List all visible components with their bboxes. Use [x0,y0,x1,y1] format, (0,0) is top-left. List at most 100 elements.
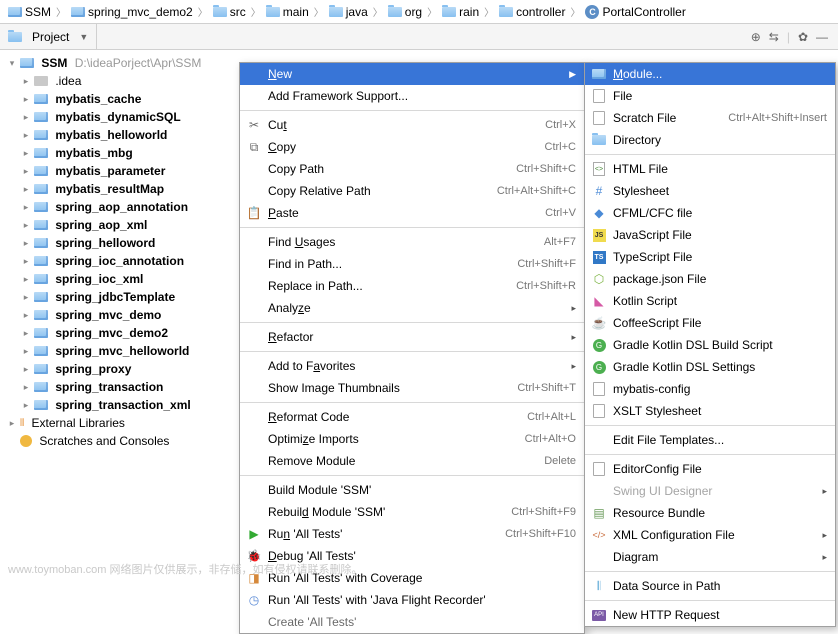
tree-module[interactable]: ▸ spring_jdbcTemplate [0,288,255,306]
menu-new-diagram[interactable]: Diagram▸ [585,546,835,568]
database-icon: 𝄃 [591,579,607,594]
menu-new-xslt[interactable]: XSLT Stylesheet [585,400,835,422]
tree-idea-folder[interactable]: ▸ .idea [0,72,255,90]
menu-new-mybatis-config[interactable]: mybatis-config [585,378,835,400]
menu-create-tests[interactable]: Create 'All Tests' [240,611,584,633]
menu-new-ts[interactable]: TSTypeScript File [585,246,835,268]
menu-run-tests[interactable]: ▶Run 'All Tests'Ctrl+Shift+F10 [240,523,584,545]
tree-module[interactable]: ▸ spring_ioc_xml [0,270,255,288]
menu-new-gradle-build[interactable]: GGradle Kotlin DSL Build Script [585,334,835,356]
bc-root[interactable]: SSM [6,5,53,19]
menu-find-in-path[interactable]: Find in Path...Ctrl+Shift+F [240,253,584,275]
menu-label: CoffeeScript File [613,316,701,330]
module-label: spring_aop_annotation [55,200,188,214]
menu-edit-file-templates[interactable]: Edit File Templates... [585,429,835,451]
bc-folder[interactable]: main [264,5,311,19]
folder-icon [388,7,402,17]
menu-new-directory[interactable]: Directory [585,129,835,151]
class-icon: C [585,5,599,19]
menu-new-scratch[interactable]: Scratch FileCtrl+Alt+Shift+Insert [585,107,835,129]
tree-module[interactable]: ▸ spring_aop_xml [0,216,255,234]
bc-folder[interactable]: spring_mvc_demo2 [69,5,195,19]
menu-remove-module[interactable]: Remove ModuleDelete [240,450,584,472]
bc-folder[interactable]: org [386,5,424,19]
module-label: spring_jdbcTemplate [55,290,175,304]
module-icon [34,274,48,284]
module-icon [34,130,48,140]
menu-refactor[interactable]: Refactor▸ [240,326,584,348]
tree-module[interactable]: ▸ spring_mvc_demo [0,306,255,324]
menu-cut[interactable]: ✂CutCtrl+X [240,114,584,136]
menu-new-html[interactable]: <>HTML File [585,158,835,180]
settings-sliders-icon[interactable]: ⇆ [769,30,779,44]
target-icon[interactable]: ⊕ [751,30,761,44]
tree-module[interactable]: ▸ mybatis_cache [0,90,255,108]
module-icon [34,202,48,212]
bc-folder[interactable]: src [211,5,248,19]
menu-add-favorites[interactable]: Add to Favorites▸ [240,355,584,377]
menu-add-framework[interactable]: Add Framework Support... [240,85,584,107]
menu-new-module[interactable]: Module... [585,63,835,85]
bc-folder[interactable]: controller [497,5,567,19]
tree-module[interactable]: ▸ spring_mvc_demo2 [0,324,255,342]
menu-analyze[interactable]: Analyze▸ [240,297,584,319]
menu-find-usages[interactable]: Find UsagesAlt+F7 [240,231,584,253]
tree-module[interactable]: ▸ mybatis_helloworld [0,126,255,144]
menu-copy[interactable]: ⧉CopyCtrl+C [240,136,584,158]
tree-module[interactable]: ▸ spring_transaction_xml [0,396,255,414]
bc-folder[interactable]: rain [440,5,481,19]
menu-label: Build Module 'SSM' [268,483,371,497]
menu-new-http-request[interactable]: APINew HTTP Request [585,604,835,626]
menu-new-editorconfig[interactable]: EditorConfig File [585,458,835,480]
tree-module[interactable]: ▸ spring_helloword [0,234,255,252]
bc-folder[interactable]: java [327,5,370,19]
tree-external-libs[interactable]: ▸⫴ External Libraries [0,414,255,432]
menu-copy-relative-path[interactable]: Copy Relative PathCtrl+Alt+Shift+C [240,180,584,202]
menu-new-gradle-settings[interactable]: GGradle Kotlin DSL Settings [585,356,835,378]
module-icon [34,310,48,320]
tree-module[interactable]: ▸ spring_transaction [0,378,255,396]
tree-module[interactable]: ▸ spring_ioc_annotation [0,252,255,270]
menu-new-resource-bundle[interactable]: ▤Resource Bundle [585,502,835,524]
menu-reformat-code[interactable]: Reformat CodeCtrl+Alt+L [240,406,584,428]
tree-root[interactable]: ▾ SSM D:\ideaPorject\Apr\SSM [0,54,255,72]
menu-show-thumbnails[interactable]: Show Image ThumbnailsCtrl+Shift+T [240,377,584,399]
gear-icon[interactable]: ✿ [798,30,808,44]
menu-rebuild-module[interactable]: Rebuild Module 'SSM'Ctrl+Shift+F9 [240,501,584,523]
tree-module[interactable]: ▸ spring_proxy [0,360,255,378]
module-label: spring_transaction_xml [55,398,190,412]
project-selector[interactable]: Project ▼ [0,24,97,49]
module-label: spring_transaction [55,380,163,394]
module-icon [34,400,48,410]
menu-new-xml-config[interactable]: </>XML Configuration File▸ [585,524,835,546]
tree-module[interactable]: ▸ mybatis_mbg [0,144,255,162]
menu-new-file[interactable]: File [585,85,835,107]
tree-module[interactable]: ▸ mybatis_resultMap [0,180,255,198]
tree-module[interactable]: ▸ mybatis_dynamicSQL [0,108,255,126]
menu-label: Analyze [268,301,311,315]
menu-paste[interactable]: 📋PasteCtrl+V [240,202,584,224]
menu-new-js[interactable]: JSJavaScript File [585,224,835,246]
bc-file[interactable]: CPortalController [583,5,687,19]
tree-scratches[interactable]: Scratches and Consoles [0,432,255,450]
menu-run-jfr[interactable]: ◷Run 'All Tests' with 'Java Flight Recor… [240,589,584,611]
menu-replace-in-path[interactable]: Replace in Path...Ctrl+Shift+R [240,275,584,297]
menu-new-packagejson[interactable]: ⬡package.json File [585,268,835,290]
menu-new-cfml[interactable]: ◆CFML/CFC file [585,202,835,224]
css-icon: # [591,184,607,198]
menu-build-module[interactable]: Build Module 'SSM' [240,479,584,501]
menu-new-stylesheet[interactable]: #Stylesheet [585,180,835,202]
menu-new-coffeescript[interactable]: ☕CoffeeScript File [585,312,835,334]
menu-data-source-in-path[interactable]: 𝄃Data Source in Path [585,575,835,597]
tree-module[interactable]: ▸ spring_aop_annotation [0,198,255,216]
menu-new[interactable]: New▶ [240,63,584,85]
menu-new-kotlin-script[interactable]: ◣Kotlin Script [585,290,835,312]
menu-label: XML Configuration File [613,528,735,542]
menu-optimize-imports[interactable]: Optimize ImportsCtrl+Alt+O [240,428,584,450]
module-icon [34,166,48,176]
minimize-icon[interactable]: — [816,30,828,44]
tree-module[interactable]: ▸ spring_mvc_helloworld [0,342,255,360]
tree-module[interactable]: ▸ mybatis_parameter [0,162,255,180]
menu-copy-path[interactable]: Copy PathCtrl+Shift+C [240,158,584,180]
menu-label: Copy Path [268,162,324,176]
